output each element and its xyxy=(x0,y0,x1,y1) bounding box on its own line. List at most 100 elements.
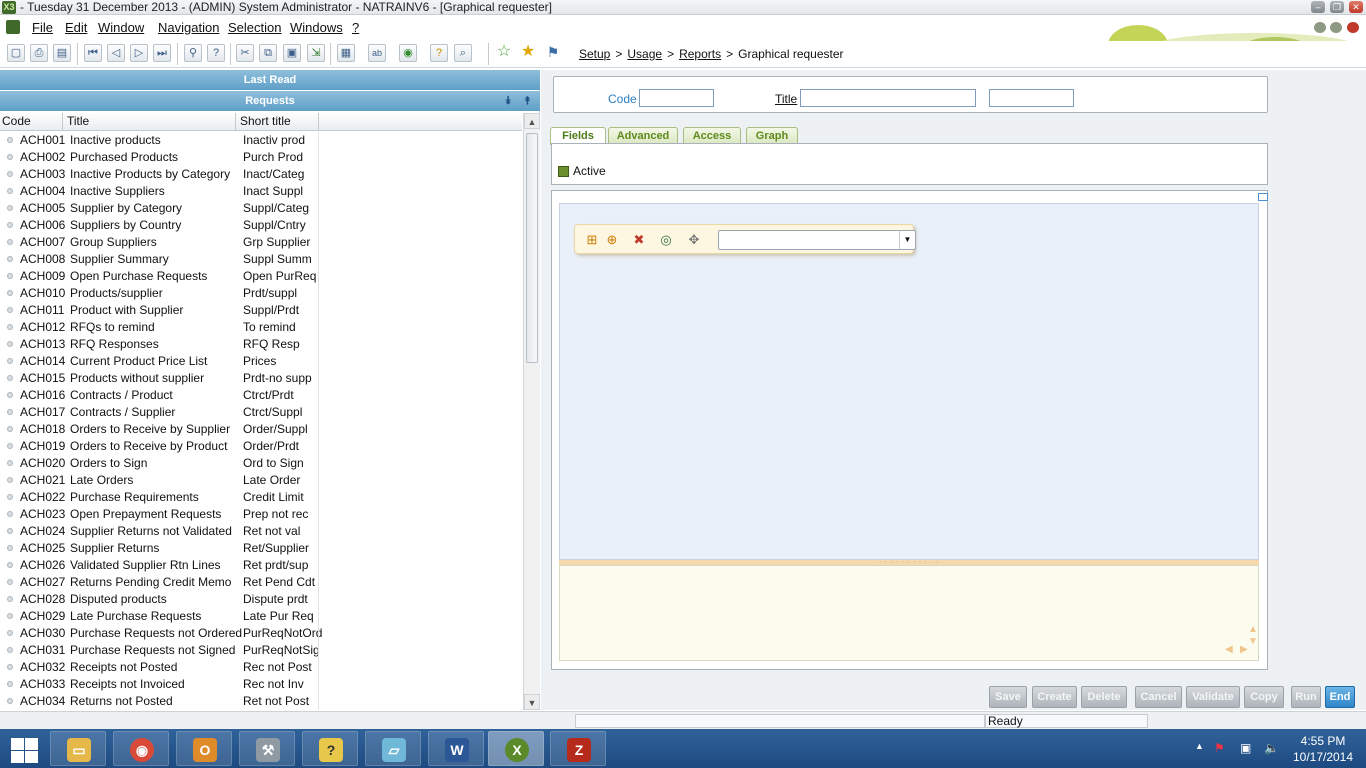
previous-record-icon[interactable]: ◁ xyxy=(107,44,125,62)
globe-icon[interactable]: ◉ xyxy=(399,44,417,62)
taskbar-chrome[interactable]: ◉ xyxy=(113,731,169,766)
list-item[interactable]: ACH007 Group Suppliers Grp Supplier xyxy=(0,234,522,251)
last-read-header[interactable]: Last Read xyxy=(0,70,540,90)
list-item[interactable]: ACH018 Orders to Receive by Supplier Order… xyxy=(0,421,522,438)
menu-navigation[interactable]: Navigation xyxy=(158,20,219,35)
list-item[interactable]: ACH030 Purchase Requests not Ordered PurRe… xyxy=(0,625,522,642)
export-icon[interactable]: ⇲ xyxy=(307,44,325,62)
preview-icon[interactable]: ◎ xyxy=(656,230,676,250)
menu-file[interactable]: File xyxy=(32,20,53,35)
close-icon[interactable]: ✕ xyxy=(1349,1,1363,13)
volume-icon[interactable]: 🔈 xyxy=(1264,741,1279,755)
list-item[interactable]: ACH023 Open Prepayment Requests Prep not r… xyxy=(0,506,522,523)
delete-icon[interactable]: ✖ xyxy=(629,230,649,250)
taskbar-help[interactable]: ? xyxy=(302,731,358,766)
list-item[interactable]: ACH005 Supplier by Category Suppl/Categ xyxy=(0,200,522,217)
resize-down-icon[interactable]: ▼ xyxy=(1248,636,1258,647)
tab-graph[interactable]: Graph xyxy=(746,127,798,144)
signpost-icon[interactable]: ⚑ xyxy=(544,44,562,62)
list-item[interactable]: ACH015 Products without supplier Prdt-no s… xyxy=(0,370,522,387)
taskbar-clock[interactable]: 4:55 PM 10/17/2014 xyxy=(1288,733,1358,765)
breadcrumb-usage[interactable]: Usage xyxy=(627,47,662,61)
cancel-button[interactable]: Cancel xyxy=(1135,686,1182,708)
requests-header[interactable]: Requests ⯯ ⯭ xyxy=(0,91,540,111)
breadcrumb-reports[interactable]: Reports xyxy=(679,47,721,61)
resize-left-icon[interactable]: ◀ xyxy=(1225,644,1233,655)
taskbar-tools[interactable]: ⚒ xyxy=(239,731,295,766)
create-button[interactable]: Create xyxy=(1032,686,1077,708)
taskbar-filezilla[interactable]: Z xyxy=(550,731,606,766)
search-globe-icon[interactable]: ⌕ xyxy=(454,44,472,62)
expand-down-icon[interactable]: ⯯ xyxy=(505,91,512,111)
question-bubble-icon[interactable]: ? xyxy=(430,44,448,62)
add-table-icon[interactable]: ⊞ xyxy=(582,230,602,250)
child-minimize-icon[interactable] xyxy=(1314,22,1326,33)
list-item[interactable]: ACH009 Open Purchase Requests Open PurReq xyxy=(0,268,522,285)
list-item[interactable]: ACH014 Current Product Price List Prices xyxy=(0,353,522,370)
scroll-up-icon[interactable]: ▲ xyxy=(524,113,540,129)
list-item[interactable]: ACH003 Inactive Products by Category Inact… xyxy=(0,166,522,183)
action-center-icon[interactable]: ⚑ xyxy=(1214,741,1225,755)
menu-selection[interactable]: Selection xyxy=(228,20,281,35)
list-item[interactable]: ACH013 RFQ Responses RFQ Resp xyxy=(0,336,522,353)
list-item[interactable]: ACH017 Contracts / Supplier Ctrct/Suppl xyxy=(0,404,522,421)
list-item[interactable]: ACH033 Receipts not Invoiced Rec not Inv xyxy=(0,676,522,693)
help-icon[interactable]: ? xyxy=(207,44,225,62)
list-item[interactable]: ACH029 Late Purchase Requests Late Pur Req xyxy=(0,608,522,625)
end-button[interactable]: End xyxy=(1325,686,1355,708)
menu-window[interactable]: Window xyxy=(98,20,144,35)
title-extra-field[interactable] xyxy=(989,89,1074,107)
menu-edit[interactable]: Edit xyxy=(65,20,87,35)
active-checkbox[interactable] xyxy=(558,166,569,177)
tab-advanced[interactable]: Advanced xyxy=(608,127,678,144)
cut-icon[interactable]: ✂ xyxy=(236,44,254,62)
tray-expand-icon[interactable]: ▲ xyxy=(1195,741,1204,751)
validate-button[interactable]: Validate xyxy=(1186,686,1240,708)
list-item[interactable]: ACH020 Orders to Sign Ord to Sign xyxy=(0,455,522,472)
graph-canvas[interactable]: ⊞ ⊕ ✖ ◎ ✥ ▼ xyxy=(559,203,1259,560)
column-title[interactable]: Title xyxy=(65,113,236,131)
last-record-icon[interactable]: ⏭ xyxy=(153,44,171,62)
list-item[interactable]: ACH026 Validated Supplier Rtn Lines Ret pr… xyxy=(0,557,522,574)
menu-windows[interactable]: Windows xyxy=(290,20,343,35)
windows-start-icon[interactable] xyxy=(9,736,39,763)
list-item[interactable]: ACH012 RFQs to remind To remind xyxy=(0,319,522,336)
list-item[interactable]: ACH028 Disputed products Dispute prdt xyxy=(0,591,522,608)
collapse-up-icon[interactable]: ⯭ xyxy=(524,91,531,111)
resize-up-icon[interactable]: ▲ xyxy=(1248,624,1258,635)
new-doc-icon[interactable]: ▢ xyxy=(7,44,25,62)
print-icon[interactable]: ⎙ xyxy=(30,44,48,62)
taskbar-notepad[interactable]: ▱ xyxy=(365,731,421,766)
taskbar-sage-x3[interactable]: X xyxy=(488,731,544,766)
favorites-star-icon[interactable]: ★ xyxy=(519,44,537,62)
list-item[interactable]: ACH010 Products/supplier Prdt/suppl xyxy=(0,285,522,302)
print-preview-icon[interactable]: ▤ xyxy=(53,44,71,62)
run-button[interactable]: Run xyxy=(1291,686,1321,708)
taskbar-outlook[interactable]: O xyxy=(176,731,232,766)
list-item[interactable]: ACH008 Supplier Summary Suppl Summ xyxy=(0,251,522,268)
first-record-icon[interactable]: ⏮ xyxy=(84,44,102,62)
list-item[interactable]: ACH006 Suppliers by Country Suppl/Cntry xyxy=(0,217,522,234)
attachment-icon[interactable]: ⚲ xyxy=(184,44,202,62)
tab-access[interactable]: Access xyxy=(683,127,741,144)
column-code[interactable]: Code xyxy=(0,113,63,131)
restore-icon[interactable]: ❐ xyxy=(1330,1,1344,13)
taskbar-file-explorer[interactable]: ▭ xyxy=(50,731,106,766)
list-item[interactable]: ACH025 Supplier Returns Ret/Supplier xyxy=(0,540,522,557)
menu-help[interactable]: ? xyxy=(352,20,359,35)
list-item[interactable]: ACH027 Returns Pending Credit Memo Ret Pen… xyxy=(0,574,522,591)
list-item[interactable]: ACH032 Receipts not Posted Rec not Post xyxy=(0,659,522,676)
network-icon[interactable]: ▣ xyxy=(1240,741,1251,755)
list-item[interactable]: ACH016 Contracts / Product Ctrct/Prdt xyxy=(0,387,522,404)
save-button[interactable]: Save xyxy=(989,686,1027,708)
column-short-title[interactable]: Short title xyxy=(238,113,319,131)
list-item[interactable]: ACH024 Supplier Returns not Validated Ret … xyxy=(0,523,522,540)
taskbar-word[interactable]: W xyxy=(428,731,484,766)
title-field[interactable] xyxy=(800,89,976,107)
code-field[interactable] xyxy=(639,89,714,107)
resize-right-icon[interactable]: ▶ xyxy=(1240,644,1248,655)
expand-window-icon[interactable] xyxy=(1258,193,1268,201)
list-item[interactable]: ACH001 Inactive products Inactiv prod xyxy=(0,132,522,149)
scroll-down-icon[interactable]: ▼ xyxy=(524,694,540,710)
list-item[interactable]: ACH031 Purchase Requests not Signed PurReq… xyxy=(0,642,522,659)
